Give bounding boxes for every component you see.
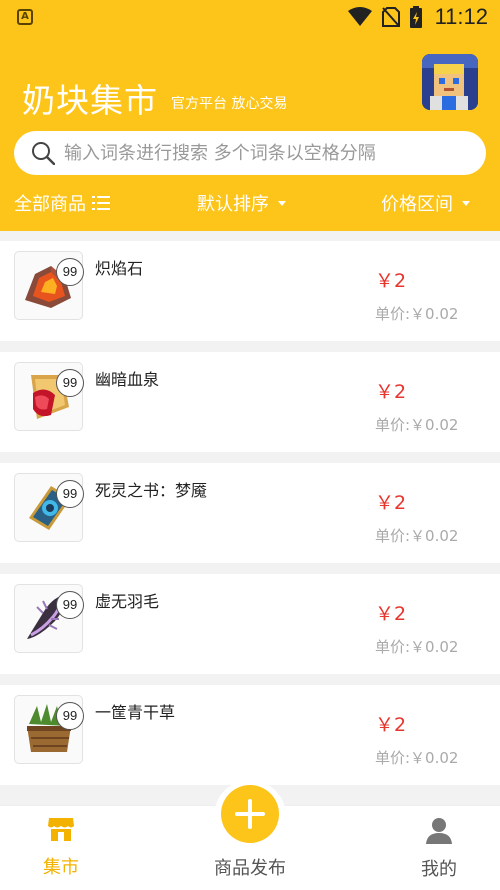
list-item[interactable]: 99 一筐青干草 ￥2 单价:￥0.02 [0, 685, 500, 785]
item-price: ￥2 [375, 381, 407, 403]
item-unit-price: 单价:￥0.02 [375, 416, 459, 434]
item-name: 虚无羽毛 [95, 592, 160, 611]
item-unit-price: 单价:￥0.02 [375, 527, 459, 545]
filter-sort-label: 默认排序 [197, 194, 269, 215]
search-bar[interactable] [14, 131, 486, 175]
status-bar: A 11:12 [0, 0, 500, 34]
tab-mine[interactable]: 我的 [379, 816, 499, 881]
item-price: ￥2 [375, 714, 407, 736]
quantity-badge: 99 [56, 480, 84, 508]
clock: 11:12 [434, 4, 488, 29]
quantity-badge: 99 [56, 702, 84, 730]
avatar[interactable] [422, 54, 478, 110]
search-icon[interactable] [31, 141, 55, 165]
item-name: 炽焰石 [95, 259, 144, 278]
tab-market[interactable]: 集市 [1, 816, 121, 879]
list-item[interactable]: 99 虚无羽毛 ￥2 单价:￥0.02 [0, 574, 500, 674]
item-price: ￥2 [375, 492, 407, 514]
header: 奶块集市 官方平台 放心交易 全部商品 [0, 34, 500, 231]
avatar-image [422, 54, 478, 110]
filter-all-goods[interactable]: 全部商品 [14, 190, 110, 216]
list-icon [92, 196, 110, 210]
search-input[interactable] [64, 137, 474, 169]
item-name: 幽暗血泉 [95, 370, 160, 389]
item-name: 死灵之书：梦魇 [95, 481, 208, 500]
tab-publish-label: 商品发布 [214, 858, 286, 879]
page-title: 奶块集市 [22, 81, 158, 120]
product-list: 99 炽焰石 ￥2 单价:￥0.02 99 幽暗血泉 ￥2 单价:￥0.02 9… [0, 241, 500, 796]
filter-bar: 全部商品 默认排序 价格区间 [0, 186, 500, 220]
add-product-button[interactable] [221, 785, 279, 843]
list-item[interactable]: 99 幽暗血泉 ￥2 单价:￥0.02 [0, 352, 500, 452]
publish-fab-ring [214, 780, 286, 852]
quantity-badge: 99 [56, 258, 84, 286]
item-unit-price: 单价:￥0.02 [375, 305, 459, 323]
item-price: ￥2 [375, 603, 407, 625]
tab-market-label: 集市 [43, 857, 79, 878]
filter-sort[interactable]: 默认排序 [197, 190, 289, 216]
tab-mine-label: 我的 [421, 859, 457, 880]
shop-icon [48, 818, 74, 841]
item-price: ￥2 [375, 270, 407, 292]
app-notification-icon: A [17, 9, 33, 25]
no-sim-icon [382, 7, 400, 27]
status-icons [348, 6, 422, 28]
item-name: 一筐青干草 [95, 703, 176, 722]
quantity-badge: 99 [56, 369, 84, 397]
filter-price-range[interactable]: 价格区间 [381, 190, 473, 216]
item-unit-price: 单价:￥0.02 [375, 749, 459, 767]
page-subtitle: 官方平台 放心交易 [171, 96, 288, 112]
wifi-icon [348, 7, 372, 26]
user-icon [426, 818, 452, 844]
item-unit-price: 单价:￥0.02 [375, 638, 459, 656]
list-item[interactable]: 99 死灵之书：梦魇 ￥2 单价:￥0.02 [0, 463, 500, 563]
quantity-badge: 99 [56, 591, 84, 619]
battery-icon [410, 6, 422, 28]
caret-down-icon [462, 201, 470, 206]
list-item[interactable]: 99 炽焰石 ￥2 单价:￥0.02 [0, 241, 500, 341]
filter-all-goods-label: 全部商品 [14, 194, 86, 215]
caret-down-icon [278, 201, 286, 206]
filter-price-range-label: 价格区间 [381, 194, 453, 215]
tab-publish[interactable]: 商品发布 [190, 848, 310, 880]
